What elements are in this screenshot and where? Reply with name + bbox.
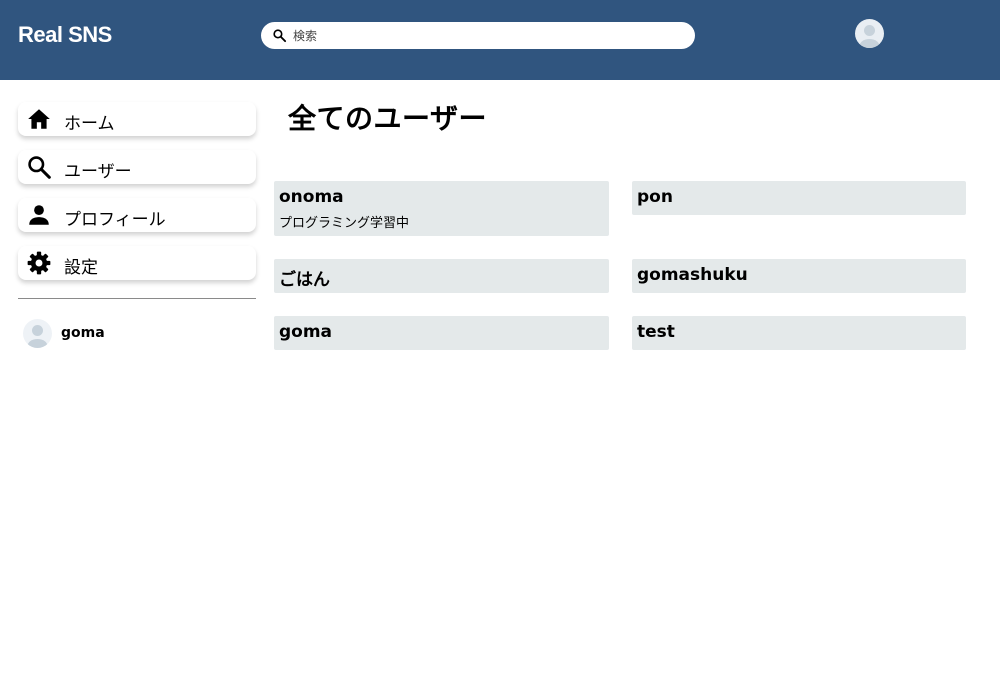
user-card[interactable]: pon bbox=[632, 181, 966, 215]
user-name: onoma bbox=[279, 187, 344, 207]
friend-list-item[interactable]: goma bbox=[22, 319, 256, 349]
avatar bbox=[23, 319, 52, 348]
user-name: pon bbox=[637, 187, 673, 207]
sidebar-item-profile[interactable]: プロフィール bbox=[18, 198, 256, 232]
user-name: test bbox=[637, 322, 675, 342]
sidebar-item-users[interactable]: ユーザー bbox=[18, 150, 256, 184]
user-bio: プログラミング学習中 bbox=[279, 216, 410, 231]
home-icon bbox=[28, 109, 50, 129]
user-card[interactable]: onoma プログラミング学習中 bbox=[274, 181, 609, 236]
search-box[interactable] bbox=[261, 22, 695, 49]
search-icon bbox=[28, 156, 51, 179]
brand-logo[interactable]: Real SNS bbox=[18, 22, 112, 48]
sidebar-item-home[interactable]: ホーム bbox=[18, 102, 256, 136]
sidebar-item-label: ユーザー bbox=[64, 162, 132, 182]
user-name: goma bbox=[279, 322, 333, 342]
sidebar-item-label: 設定 bbox=[64, 258, 98, 278]
top-bar: Real SNS bbox=[0, 0, 1000, 80]
user-name: ごはん bbox=[279, 270, 330, 290]
sidebar-item-label: プロフィール bbox=[64, 210, 166, 230]
page-title: 全てのユーザー bbox=[288, 102, 487, 135]
search-input[interactable] bbox=[293, 25, 683, 46]
user-card[interactable]: ごはん bbox=[274, 259, 609, 293]
avatar-person-icon bbox=[859, 25, 880, 48]
user-card[interactable]: gomashuku bbox=[632, 259, 966, 293]
user-card[interactable]: goma bbox=[274, 316, 609, 350]
sidebar-divider bbox=[18, 298, 256, 299]
user-name: gomashuku bbox=[637, 265, 748, 285]
person-icon bbox=[29, 205, 49, 225]
sidebar-item-settings[interactable]: 設定 bbox=[18, 246, 256, 280]
sidebar-item-label: ホーム bbox=[64, 114, 115, 134]
friend-name: goma bbox=[61, 325, 105, 341]
profile-avatar[interactable] bbox=[855, 19, 884, 48]
gear-icon bbox=[27, 251, 51, 275]
avatar-person-icon bbox=[27, 325, 48, 348]
search-icon bbox=[273, 29, 287, 43]
user-card[interactable]: test bbox=[632, 316, 966, 350]
